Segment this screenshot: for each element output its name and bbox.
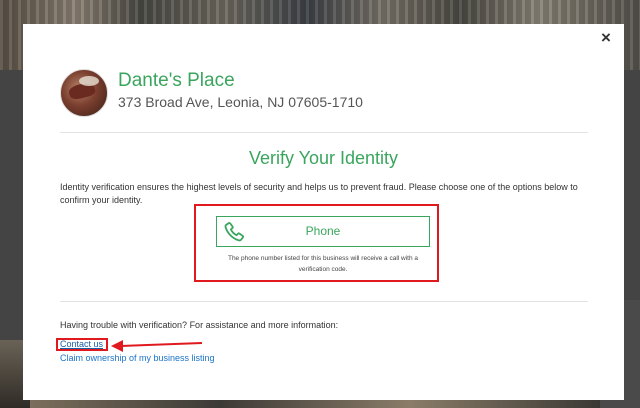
- contact-us-link[interactable]: Contact us: [60, 339, 103, 349]
- business-avatar: [60, 69, 108, 117]
- phone-option-label: Phone: [305, 224, 341, 238]
- annotation-arrow-icon: [111, 340, 203, 352]
- close-icon[interactable]: ×: [596, 28, 616, 48]
- header-divider: [60, 132, 588, 133]
- verify-identity-modal: × Dante's Place 373 Broad Ave, Leonia, N…: [23, 24, 624, 400]
- phone-option-button[interactable]: Phone: [216, 216, 430, 247]
- help-divider: [60, 301, 588, 302]
- claim-ownership-link[interactable]: Claim ownership of my business listing: [60, 353, 215, 363]
- phone-option-note: The phone number listed for this busines…: [227, 255, 419, 273]
- business-address: 373 Broad Ave, Leonia, NJ 07605-1710: [118, 94, 363, 110]
- page-title: Verify Your Identity: [248, 148, 399, 168]
- help-text: Having trouble with verification? For as…: [60, 320, 339, 330]
- business-name: Dante's Place: [118, 70, 235, 91]
